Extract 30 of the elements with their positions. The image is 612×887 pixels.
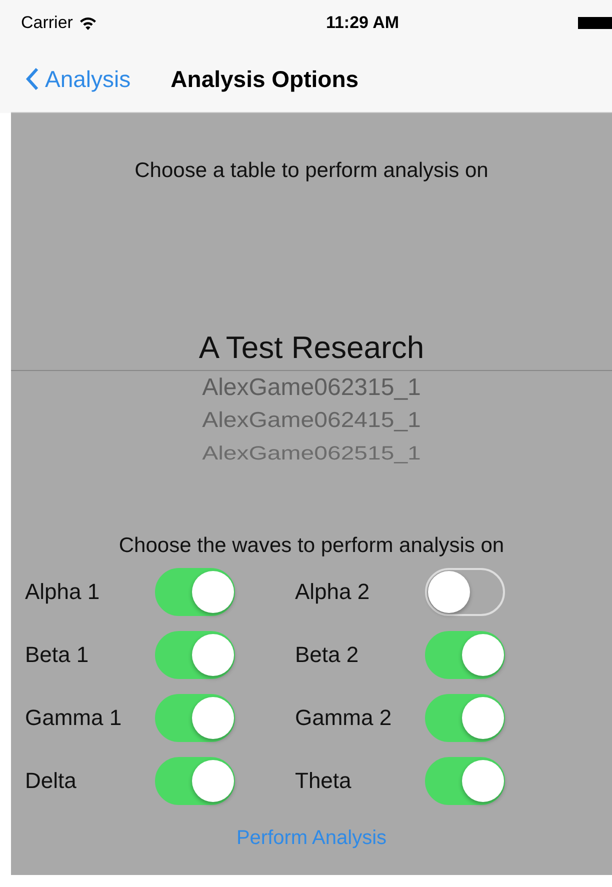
wave-label: Alpha 2 — [295, 579, 371, 605]
picker-item[interactable]: AlexGame062515_1 — [202, 440, 421, 467]
status-time: 11:29 AM — [326, 13, 400, 33]
toggle-switch[interactable] — [155, 757, 235, 805]
toggle-switch[interactable] — [425, 694, 505, 742]
toggle-switch[interactable] — [425, 631, 505, 679]
nav-title: Analysis Options — [170, 66, 359, 92]
picker-item[interactable]: A Test Research — [11, 328, 612, 371]
picker-item[interactable]: AlexGame062315_1 — [202, 371, 421, 404]
picker-item[interactable]: AlexGame062415_1 — [202, 406, 421, 436]
battery-icon — [578, 17, 612, 29]
wave-label: Beta 2 — [295, 642, 360, 668]
chevron-left-icon — [25, 67, 39, 91]
toggle-switch[interactable] — [155, 568, 235, 616]
toggle-switch[interactable] — [425, 568, 505, 616]
wave-label: Alpha 1 — [25, 579, 101, 605]
toggle-switch[interactable] — [155, 694, 235, 742]
wave-label: Gamma 2 — [295, 705, 393, 731]
table-prompt: Choose a table to perform analysis on — [134, 159, 490, 183]
wave-label: Beta 1 — [25, 642, 90, 668]
wave-label: Theta — [295, 768, 352, 794]
toggle-switch[interactable] — [425, 757, 505, 805]
carrier-label: Carrier — [21, 13, 73, 33]
toggle-switch[interactable] — [155, 631, 235, 679]
wave-label: Gamma 1 — [25, 705, 123, 731]
back-button[interactable]: Analysis — [25, 66, 131, 92]
perform-analysis-button[interactable]: Perform Analysis — [236, 827, 387, 850]
wave-label: Delta — [25, 768, 78, 794]
wifi-icon — [78, 16, 97, 30]
waves-prompt: Choose the waves to perform analysis on — [118, 534, 506, 558]
